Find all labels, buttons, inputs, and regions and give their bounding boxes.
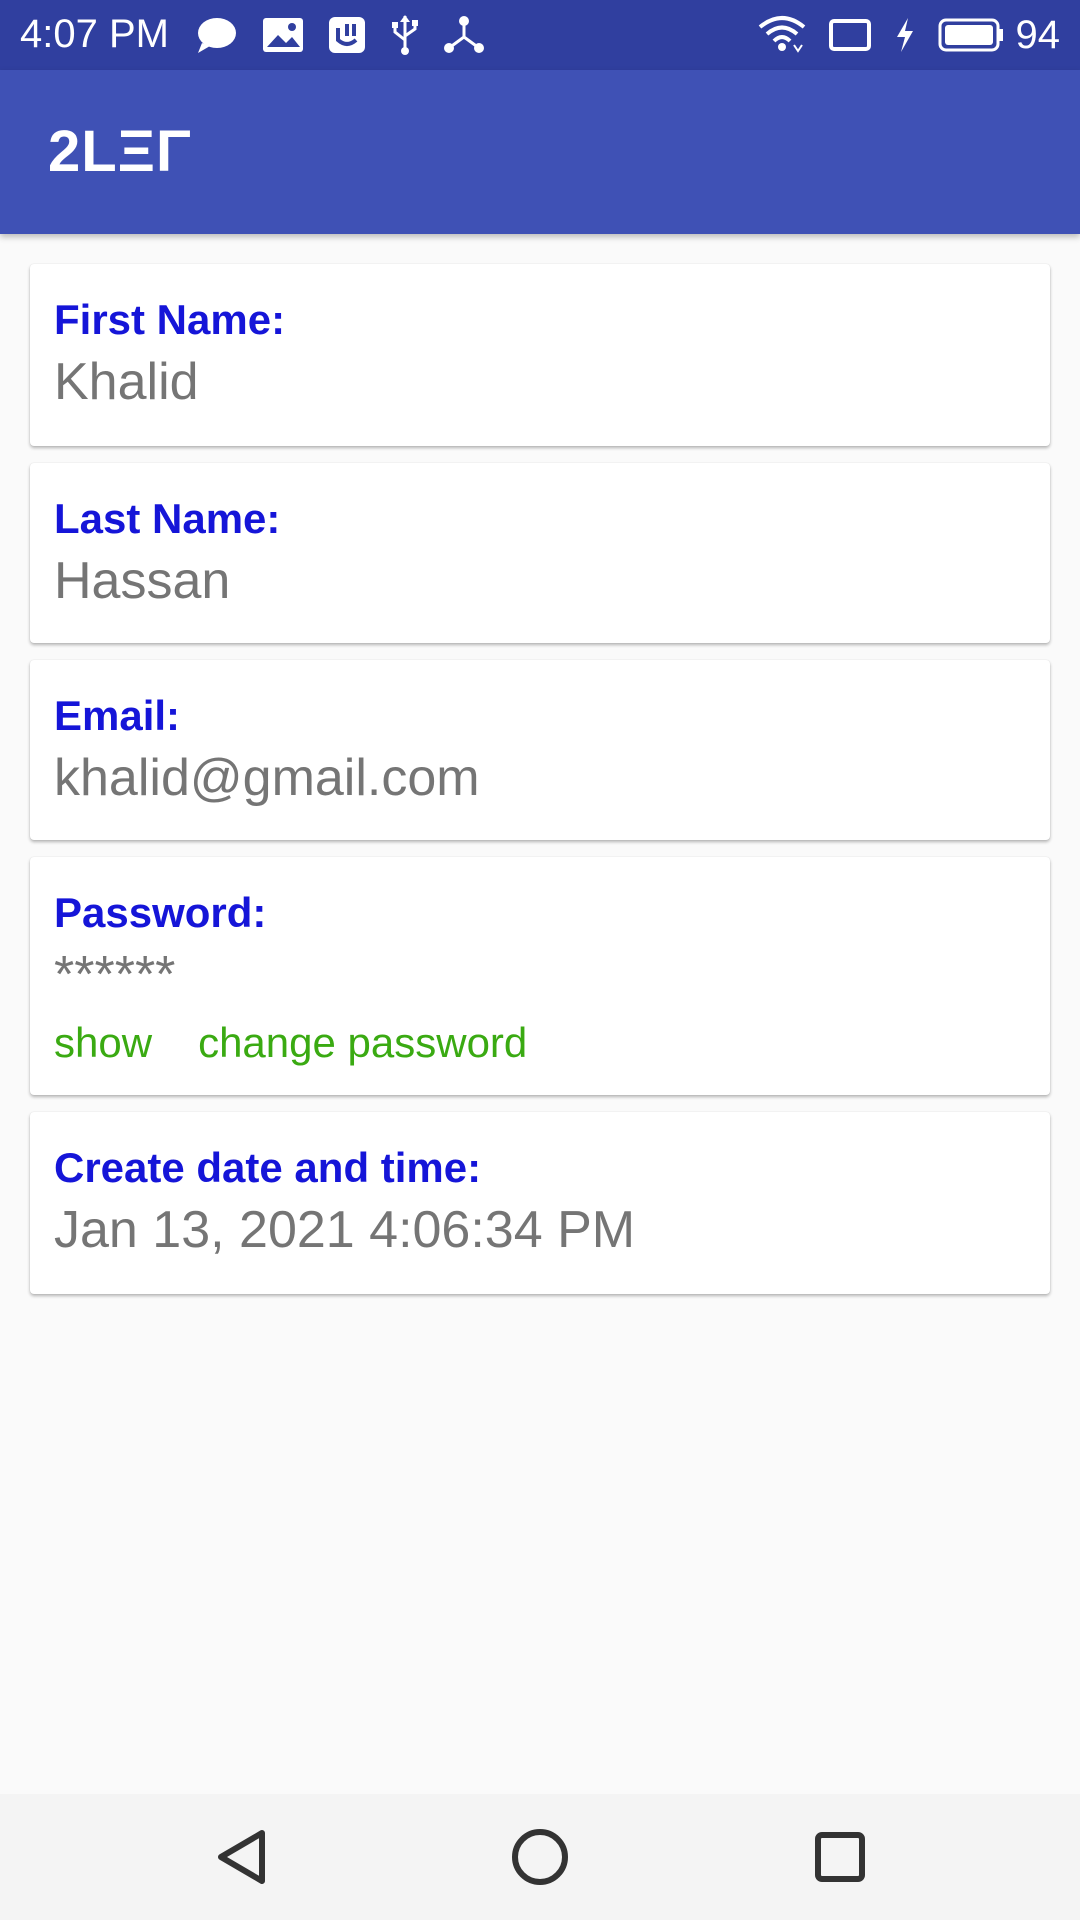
back-icon [218, 1830, 265, 1884]
wifi-icon [758, 15, 806, 55]
keyboard-app-icon [328, 16, 366, 54]
last-name-value: Hassan [54, 552, 231, 610]
usb-icon [390, 14, 420, 56]
last-name-label: Last Name: [54, 495, 281, 542]
charging-icon [894, 17, 916, 53]
status-time: 4:07 PM [20, 12, 169, 56]
first-name-value: Khalid [54, 353, 199, 411]
email-label: Email: [54, 692, 181, 739]
password-value: ****** [54, 946, 176, 1004]
status-bar: 4:07 PM 94 [0, 0, 1080, 70]
navigation-bar [0, 1794, 1080, 1920]
password-card: Password: ****** show change password [30, 857, 1050, 1095]
gallery-icon [262, 17, 304, 53]
change-password-link[interactable]: change password [198, 1015, 527, 1071]
home-icon [512, 1829, 568, 1885]
first-name-label: First Name: [54, 296, 286, 343]
battery-percent: 94 [1015, 12, 1061, 57]
chat-icon [196, 15, 238, 55]
recents-button[interactable] [780, 1794, 900, 1920]
cast-icon [828, 17, 872, 53]
status-system-icons: 94 [736, 0, 1061, 70]
email-card: Email: khalid@gmail.com [30, 660, 1050, 840]
profile-details: First Name: Khalid Last Name: Hassan Ema… [30, 264, 1050, 1311]
battery-icon [938, 18, 1004, 52]
app-bar: 2LΞΓ [0, 70, 1080, 234]
app-title: 2LΞΓ [48, 119, 192, 184]
password-label: Password: [54, 889, 267, 936]
first-name-card: First Name: Khalid [30, 264, 1050, 446]
home-button[interactable] [480, 1794, 600, 1920]
back-button[interactable] [182, 1794, 302, 1920]
recents-icon [815, 1832, 865, 1882]
show-password-link[interactable]: show [54, 1015, 152, 1071]
password-actions: show change password [54, 1015, 1026, 1071]
create-date-card: Create date and time: Jan 13, 2021 4:06:… [30, 1112, 1050, 1294]
create-date-value: Jan 13, 2021 4:06:34 PM [54, 1201, 636, 1259]
status-notification-icons [196, 0, 508, 70]
last-name-card: Last Name: Hassan [30, 463, 1050, 643]
create-date-label: Create date and time: [54, 1144, 482, 1191]
share-icon [444, 15, 484, 55]
email-value: khalid@gmail.com [54, 749, 480, 807]
